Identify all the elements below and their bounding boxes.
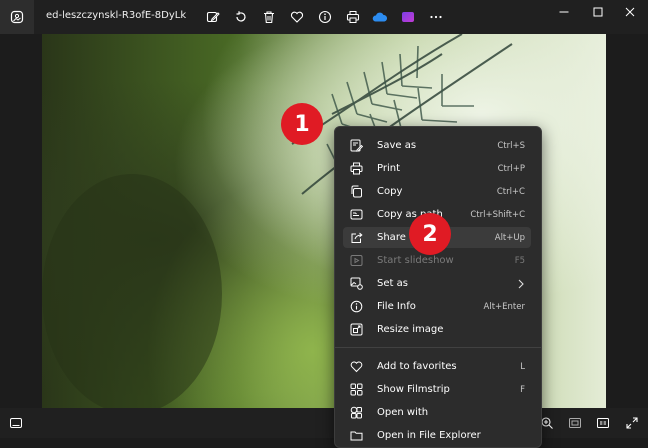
menu-item-shortcut: Ctrl+S [497, 140, 525, 151]
menu-item-label: Open with [377, 407, 429, 418]
onedrive-icon[interactable] [370, 7, 390, 27]
edit-image-icon[interactable] [203, 7, 223, 27]
close-icon[interactable] [612, 0, 648, 24]
menu-item-shortcut: F5 [514, 255, 525, 266]
title-bar: ed-leszczynskl-R3ofE-8DyLk-uns... [0, 0, 648, 34]
menu-item-open-in-file-explorer[interactable]: Open in File Explorer [343, 425, 531, 446]
filmstrip-icon [349, 383, 363, 397]
file-name: ed-leszczynskl-R3ofE-8DyLk-uns... [46, 10, 186, 21]
photos-app-icon[interactable] [0, 0, 34, 34]
step-badge-2: 2 [409, 213, 451, 255]
print-icon [349, 162, 363, 176]
copy-icon [349, 185, 363, 199]
menu-item-label: Print [377, 163, 401, 174]
menu-item-label: Add to favorites [377, 361, 457, 372]
maximize-icon[interactable] [580, 0, 616, 24]
file-info-icon [349, 300, 363, 314]
menu-item-label: Copy [377, 186, 403, 197]
fit-to-window-icon[interactable] [565, 413, 585, 433]
favorite-icon[interactable] [287, 7, 307, 27]
menu-item-add-to-favorites[interactable]: Add to favorites L [343, 356, 531, 377]
menu-item-resize-image[interactable]: Resize image [343, 319, 531, 340]
open-with-icon [349, 406, 363, 420]
menu-item-open-with[interactable]: Open with [343, 402, 531, 423]
menu-item-shortcut: Ctrl+P [497, 163, 525, 174]
menu-item-label: Show Filmstrip [377, 384, 450, 395]
filmstrip-toggle-icon[interactable] [6, 413, 26, 433]
menu-separator [335, 347, 541, 348]
delete-icon[interactable] [259, 7, 279, 27]
menu-item-label: Start slideshow [377, 255, 454, 266]
actual-size-icon[interactable] [593, 413, 613, 433]
menu-item-label: Set as [377, 278, 408, 289]
share-icon [349, 231, 363, 245]
menu-item-show-filmstrip[interactable]: Show Filmstrip F [343, 379, 531, 400]
minimize-icon[interactable] [546, 0, 582, 24]
heart-icon [349, 360, 363, 374]
copy-as-path-icon [349, 208, 363, 222]
full-screen-icon[interactable] [622, 413, 642, 433]
rotate-icon[interactable] [231, 7, 251, 27]
context-menu: Save as Ctrl+S Print Ctrl+P Copy Ctrl+C … [334, 126, 542, 448]
menu-item-shortcut: F [520, 384, 525, 395]
menu-item-label: Open in File Explorer [377, 430, 481, 441]
step-badge-1: 1 [281, 103, 323, 145]
folder-icon [349, 429, 363, 443]
menu-item-shortcut: Alt+Up [494, 232, 525, 243]
menu-item-label: Resize image [377, 324, 444, 335]
image-viewer-area [0, 34, 648, 408]
menu-item-shortcut: Alt+Enter [483, 301, 525, 312]
menu-item-copy[interactable]: Copy Ctrl+C [343, 181, 531, 202]
menu-item-label: Save as [377, 140, 417, 151]
menu-item-shortcut: Ctrl+C [496, 186, 525, 197]
set-as-icon [349, 277, 363, 291]
menu-item-save-as[interactable]: Save as Ctrl+S [343, 135, 531, 156]
menu-item-label: File Info [377, 301, 416, 312]
menu-item-set-as[interactable]: Set as [343, 273, 531, 294]
print-icon[interactable] [343, 7, 363, 27]
slideshow-icon [349, 254, 363, 268]
menu-item-shortcut: Ctrl+Shift+C [470, 209, 525, 220]
info-icon[interactable] [315, 7, 335, 27]
save-as-icon [349, 139, 363, 153]
more-icon[interactable] [426, 7, 446, 27]
resize-image-icon [349, 323, 363, 337]
menu-item-file-info[interactable]: File Info Alt+Enter [343, 296, 531, 317]
menu-item-print[interactable]: Print Ctrl+P [343, 158, 531, 179]
menu-item-shortcut: L [520, 361, 525, 372]
chevron-right-icon [517, 279, 525, 289]
clipchamp-icon[interactable] [398, 7, 418, 27]
bottom-bar [0, 408, 648, 438]
